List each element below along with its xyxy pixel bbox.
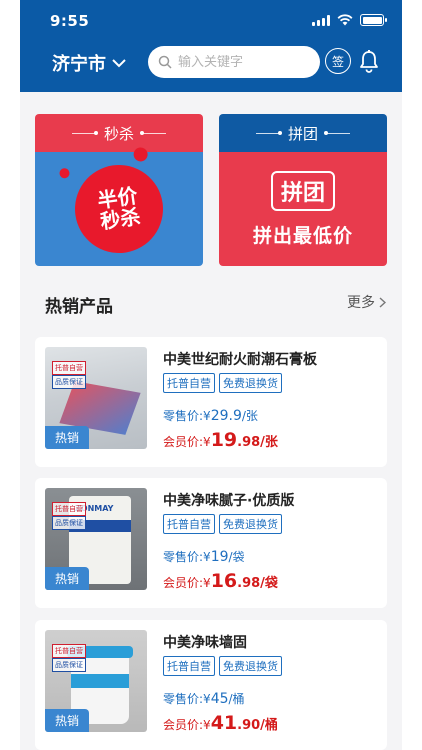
- retail-value: 29.9: [210, 408, 242, 424]
- product-image: 托普自营 品质保证 热销: [45, 347, 147, 449]
- member-price: 会员价:¥19.98/张: [163, 429, 278, 451]
- search-input[interactable]: [178, 54, 308, 70]
- unit: /张: [241, 409, 258, 423]
- app-screen: 9:55 济宁市 签: [20, 0, 402, 750]
- image-tag: 品质保证: [52, 658, 86, 672]
- retail-price: 零售价:¥29.9/张: [163, 407, 258, 424]
- retail-value: 19: [210, 549, 229, 565]
- product-card[interactable]: 托普自营 品质保证 热销 中美世纪耐火耐潮石膏板 托普自营 免费退换货 零售价:…: [35, 337, 387, 467]
- unit: /张: [260, 435, 278, 450]
- search-box[interactable]: [148, 46, 320, 78]
- currency: ¥: [203, 550, 211, 564]
- group-buy-body: 拼团 拼出最低价: [219, 152, 387, 266]
- image-tag: 托普自营: [52, 644, 86, 658]
- retail-label: 零售价:: [163, 409, 204, 423]
- member-label: 会员价:: [163, 435, 204, 449]
- currency: ¥: [203, 435, 211, 449]
- product-badge: 免费退换货: [219, 373, 282, 393]
- currency: ¥: [203, 718, 211, 732]
- currency: ¥: [203, 409, 211, 423]
- header-bar: 9:55 济宁市 签: [20, 0, 402, 92]
- product-image: ZONMAY 托普自营 品质保证 热销: [45, 488, 147, 590]
- bell-icon[interactable]: [359, 49, 379, 73]
- battery-icon: [360, 14, 387, 26]
- product-card[interactable]: 托普自营 品质保证 热销 中美净味墙固 托普自营 免费退换货 零售价:¥45/桶…: [35, 620, 387, 750]
- group-buy-title: 拼团: [287, 124, 318, 143]
- group-buy-logo: 拼团: [270, 170, 335, 211]
- group-buy-slogan: 拼出最低价: [252, 224, 353, 247]
- product-badges: 托普自营 免费退换货: [163, 656, 282, 676]
- retail-label: 零售价:: [163, 692, 204, 706]
- wifi-icon: [337, 14, 353, 26]
- hot-badge: 热销: [45, 709, 90, 732]
- product-badges: 托普自营 免费退换货: [163, 514, 282, 534]
- product-name: 中美净味腻子·优质版: [163, 493, 295, 509]
- member-price: 会员价:¥16.98/袋: [163, 570, 278, 592]
- product-badge: 免费退换货: [219, 656, 282, 676]
- status-time: 9:55: [50, 12, 90, 30]
- section-title: 热销产品: [45, 297, 113, 317]
- sign-in-button[interactable]: 签: [325, 48, 351, 74]
- image-tag: 品质保证: [52, 516, 86, 530]
- unit: /桶: [260, 718, 278, 733]
- hot-badge: 热销: [45, 426, 90, 449]
- flash-sale-badge: 半价 秒杀: [69, 159, 169, 259]
- member-label: 会员价:: [163, 576, 204, 590]
- member-value-dec: .98: [237, 576, 261, 591]
- image-tag: 托普自营: [52, 502, 86, 516]
- product-badge: 托普自营: [163, 656, 215, 676]
- group-buy-banner[interactable]: 拼团 拼团 拼出最低价: [219, 114, 387, 266]
- retail-price: 零售价:¥45/桶: [163, 690, 245, 707]
- member-value-int: 16: [210, 570, 238, 592]
- status-icons: [312, 14, 387, 26]
- product-name: 中美世纪耐火耐潮石膏板: [163, 352, 317, 368]
- unit: /袋: [228, 550, 245, 564]
- member-value-dec: .90: [237, 718, 261, 733]
- product-name: 中美净味墙固: [163, 635, 247, 651]
- search-icon: [158, 55, 172, 69]
- signal-icon: [312, 14, 330, 26]
- more-label: 更多: [347, 295, 375, 311]
- flash-sale-title: 秒杀: [103, 124, 134, 143]
- flash-sale-banner[interactable]: 秒杀 半价 秒杀: [35, 114, 203, 266]
- hot-badge: 热销: [45, 567, 90, 590]
- flash-sale-header: 秒杀: [35, 114, 203, 152]
- member-label: 会员价:: [163, 718, 204, 732]
- chevron-right-icon: [379, 296, 386, 308]
- city-label: 济宁市: [52, 54, 106, 75]
- image-tag: 托普自营: [52, 361, 86, 375]
- product-badge: 免费退换货: [219, 514, 282, 534]
- retail-label: 零售价:: [163, 550, 204, 564]
- product-badges: 托普自营 免费退换货: [163, 373, 282, 393]
- member-value-dec: .98: [237, 435, 261, 450]
- retail-value: 45: [210, 691, 229, 707]
- currency: ¥: [203, 576, 211, 590]
- group-buy-header: 拼团: [219, 114, 387, 152]
- currency: ¥: [203, 692, 211, 706]
- more-link[interactable]: 更多: [347, 292, 386, 312]
- product-image: 托普自营 品质保证 热销: [45, 630, 147, 732]
- flash-sale-body: 半价 秒杀: [35, 152, 203, 266]
- product-badge: 托普自营: [163, 373, 215, 393]
- chevron-down-icon: [112, 59, 126, 68]
- product-card[interactable]: ZONMAY 托普自营 品质保证 热销 中美净味腻子·优质版 托普自营 免费退换…: [35, 478, 387, 608]
- unit: /桶: [228, 692, 245, 706]
- unit: /袋: [260, 576, 278, 591]
- member-value-int: 41: [210, 712, 238, 734]
- retail-price: 零售价:¥19/袋: [163, 548, 245, 565]
- flash-sale-line2: 秒杀: [98, 204, 142, 234]
- product-badge: 托普自营: [163, 514, 215, 534]
- member-price: 会员价:¥41.90/桶: [163, 712, 278, 734]
- city-selector[interactable]: 济宁市: [52, 50, 126, 76]
- image-tag: 品质保证: [52, 375, 86, 389]
- member-value-int: 19: [210, 429, 238, 451]
